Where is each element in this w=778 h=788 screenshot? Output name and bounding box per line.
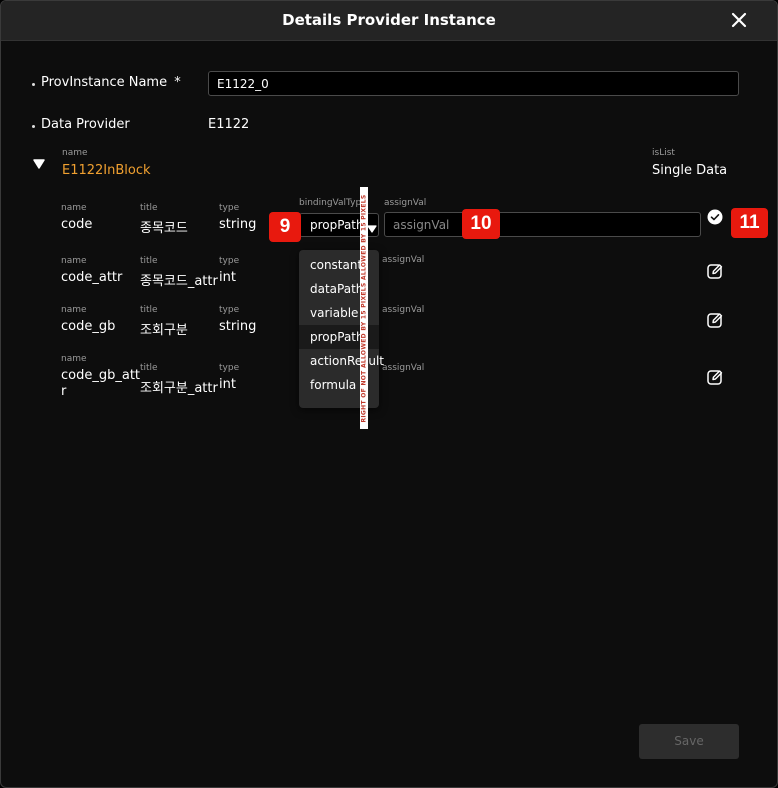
field-name: code_attr [61,270,123,285]
field-title: 종목코드_attr [140,274,218,289]
binding-caption: bindingValTyp [299,198,362,208]
provinstance-label: ProvInstance Name * [41,75,181,90]
title-caption: title [140,203,158,213]
assign-caption: assignVal [384,198,427,208]
required-mark: * [174,75,181,90]
title-caption: title [140,305,158,315]
edit-icon[interactable] [706,368,724,386]
save-button[interactable]: Save [639,724,739,759]
data-provider-label: Data Provider [41,117,130,132]
islist-value: Single Data [652,163,728,178]
field-name: code_gb [61,319,116,334]
collapse-toggle-icon[interactable] [32,156,46,170]
assign-caption: assignVal [382,363,425,373]
assign-caption: assignVal [382,305,425,315]
edit-icon[interactable] [706,311,724,329]
bullet-dot [32,125,35,128]
type-caption: type [219,363,240,373]
name-caption: name [61,305,87,315]
annotation-badge-10: 10 [462,209,500,239]
data-provider-value: E1122 [208,117,250,132]
edit-icon[interactable] [706,262,724,280]
title-caption: title [140,256,158,266]
dialog-title: Details Provider Instance [282,11,496,29]
field-title: 조회구분 [140,323,188,338]
annotation-badge-9: 9 [269,212,301,242]
type-caption: type [219,305,240,315]
block-name: E1122InBlock [62,163,151,178]
field-type: string [219,217,257,232]
type-caption: type [219,256,240,266]
field-name: code_gb_attr [61,368,141,399]
binding-type-value: propPath [310,218,364,232]
check-confirm-icon[interactable] [707,209,723,225]
dialog-titlebar: Details Provider Instance [1,1,777,41]
block-name-caption: name [62,148,88,158]
bullet-dot [32,83,35,86]
annotation-badge-11: 11 [731,208,768,238]
type-caption: type [219,203,240,213]
overlay-ribbon: RIGHT OF NOT ALLOWED BY 15 PIXELS ALLOWE… [360,187,368,429]
provinstance-name-input[interactable] [208,71,739,96]
chevron-down-icon[interactable] [367,219,377,233]
field-title: 조회구분_attr [140,381,218,396]
details-provider-dialog: Details Provider Instance ProvInstance N… [0,0,778,788]
assign-val-input[interactable] [384,212,701,237]
close-icon[interactable] [729,10,749,30]
field-type: int [219,270,236,285]
name-caption: name [61,256,87,266]
provinstance-label-text: ProvInstance Name [41,75,168,90]
field-type: int [219,377,236,392]
islist-caption: isList [652,148,675,158]
name-caption: name [61,354,87,364]
overlay-ribbon-text: RIGHT OF NOT ALLOWED BY 15 PIXELS ALLOWE… [360,193,368,423]
field-name: code [61,217,93,232]
assign-caption: assignVal [382,255,425,265]
title-caption: title [140,363,158,373]
field-title: 종목코드 [140,221,188,236]
field-type: string [219,319,257,334]
name-caption: name [61,203,87,213]
